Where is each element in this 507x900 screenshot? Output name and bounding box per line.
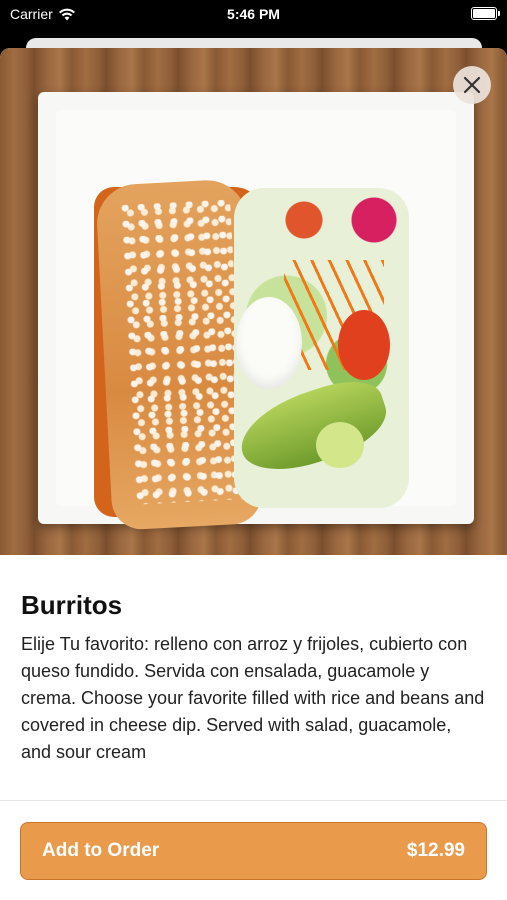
item-title: Burritos <box>21 590 123 620</box>
item-photo <box>0 48 507 555</box>
price-label: $12.99 <box>406 840 465 861</box>
battery-icon <box>471 7 500 20</box>
item-description: Elije Tu favorito: relleno con arroz y f… <box>21 634 485 762</box>
plate <box>38 92 474 531</box>
add-to-order-label: Add to Order <box>42 840 160 861</box>
status-bar: Carrier 5:46 PM <box>0 0 507 30</box>
item-info: Burritos Elije Tu favorito: relleno con … <box>0 555 507 766</box>
status-time: 5:46 PM <box>227 6 280 22</box>
divider <box>0 800 507 801</box>
item-detail-sheet: Burritos Elije Tu favorito: relleno con … <box>0 48 507 900</box>
close-button[interactable] <box>453 66 491 104</box>
close-icon <box>463 76 481 94</box>
add-to-order-button[interactable]: Add to Order $12.99 <box>20 822 487 880</box>
